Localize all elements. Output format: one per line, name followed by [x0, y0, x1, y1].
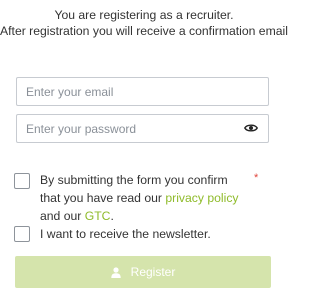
- intro-line-2: After registration you will receive a co…: [0, 24, 288, 38]
- password-input[interactable]: [17, 115, 241, 142]
- email-input[interactable]: [17, 78, 241, 105]
- gtc-link[interactable]: GTC: [85, 209, 111, 223]
- terms-consent-row: By submitting the form you confirm that …: [14, 172, 244, 225]
- register-label: Register: [130, 265, 176, 279]
- intro-line-1: You are registering as a recruiter.: [54, 8, 234, 22]
- email-field[interactable]: [16, 77, 269, 106]
- password-field[interactable]: [16, 114, 269, 143]
- user-icon: [110, 266, 121, 278]
- register-button[interactable]: Register: [15, 256, 271, 288]
- required-asterisk: *: [254, 172, 259, 184]
- terms-text-middle: and our: [40, 209, 85, 223]
- newsletter-checkbox[interactable]: [14, 226, 30, 242]
- intro-text: You are registering as a recruiter. Afte…: [0, 7, 288, 39]
- eye-icon[interactable]: [244, 123, 258, 133]
- privacy-policy-link[interactable]: privacy policy: [165, 191, 238, 205]
- terms-text-after: .: [110, 209, 114, 223]
- registration-form: You are registering as a recruiter. Afte…: [0, 0, 288, 288]
- newsletter-label: I want to receive the newsletter.: [40, 227, 211, 241]
- newsletter-row: I want to receive the newsletter.: [14, 226, 211, 243]
- terms-text: By submitting the form you confirm that …: [40, 171, 244, 225]
- terms-checkbox[interactable]: [14, 173, 30, 189]
